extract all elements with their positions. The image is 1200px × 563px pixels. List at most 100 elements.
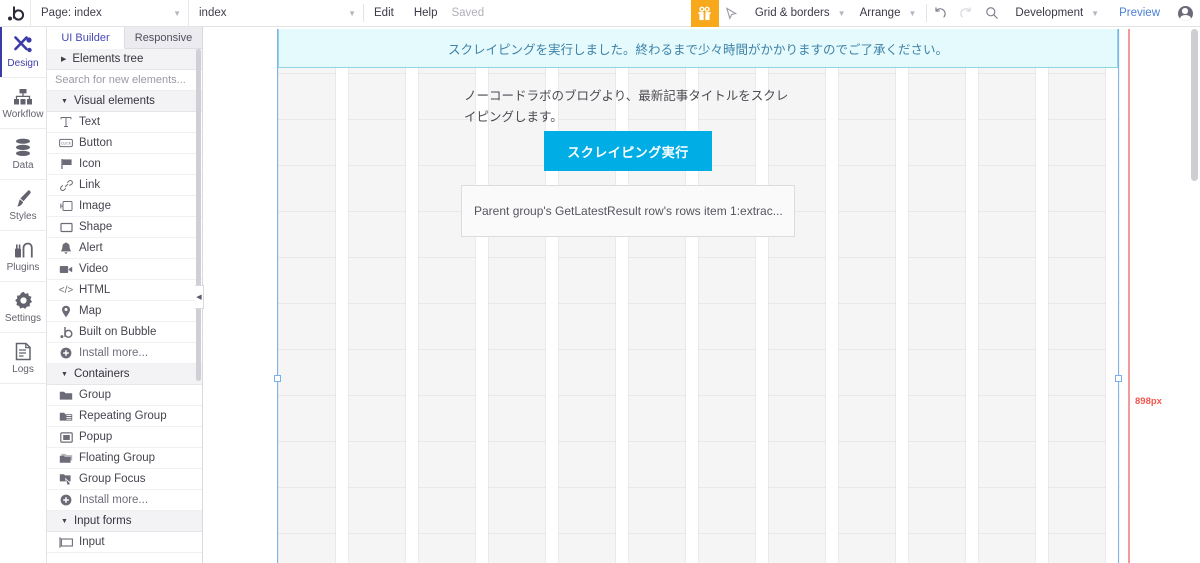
- element-label: Input: [79, 536, 105, 548]
- plugins-icon: [14, 239, 33, 259]
- element-map[interactable]: Map: [47, 301, 202, 322]
- grid-borders-menu[interactable]: Grid & borders ▼: [745, 7, 856, 19]
- element-html[interactable]: </> HTML: [47, 280, 202, 301]
- element-link[interactable]: Link: [47, 175, 202, 196]
- element-label: Icon: [79, 158, 101, 170]
- element-install-more-visual[interactable]: Install more...: [47, 343, 202, 364]
- canvas-scrollbar[interactable]: [1191, 29, 1198, 181]
- arrange-label: Arrange: [859, 7, 901, 19]
- search-icon[interactable]: [979, 0, 1005, 27]
- run-scraping-button[interactable]: スクレイピング実行: [544, 131, 712, 171]
- sidebar-item-settings[interactable]: Settings: [0, 282, 46, 333]
- element-alert[interactable]: Alert: [47, 238, 202, 259]
- arrange-menu[interactable]: Arrange ▼: [856, 7, 927, 19]
- input-icon: [56, 536, 76, 548]
- tab-label: Responsive: [134, 31, 193, 44]
- description-text[interactable]: ノーコードラボのブログより、最新記事タイトルをスクレイピングします。: [464, 86, 798, 128]
- section-containers[interactable]: ▼ Containers: [47, 364, 202, 385]
- element-button[interactable]: CLICK Button: [47, 133, 202, 154]
- sidebar-item-label: Data: [12, 160, 34, 171]
- element-shape[interactable]: Shape: [47, 217, 202, 238]
- sidebar-item-styles[interactable]: Styles: [0, 180, 46, 231]
- collapse-left-icon[interactable]: ◀: [195, 285, 204, 309]
- panel-tabs: UI Builder Responsive: [47, 27, 202, 49]
- element-input[interactable]: Input: [47, 532, 202, 553]
- page-selector[interactable]: Page: index ▼: [30, 0, 188, 27]
- element-label: HTML: [79, 284, 111, 296]
- search-placeholder: Search for new elements...: [55, 74, 186, 86]
- chevron-right-icon: ▶: [61, 56, 67, 63]
- video-icon: [56, 264, 76, 275]
- bell-icon: [56, 241, 76, 255]
- chevron-down-icon: ▼: [173, 8, 181, 18]
- redo-icon: [953, 0, 979, 27]
- page-name-label: index: [199, 7, 227, 19]
- sidebar-item-logs[interactable]: Logs: [0, 333, 46, 384]
- preview-button[interactable]: Preview: [1109, 7, 1170, 19]
- undo-icon[interactable]: [927, 0, 953, 27]
- sidebar-item-label: Styles: [9, 211, 37, 222]
- sidebar-item-label: Workflow: [2, 109, 44, 120]
- element-label: Image: [79, 200, 111, 212]
- element-label: Group Focus: [79, 473, 146, 485]
- element-built-on-bubble[interactable]: Built on Bubble: [47, 322, 202, 343]
- workflow-icon: [13, 86, 33, 106]
- sidebar-item-label: Logs: [12, 364, 34, 375]
- element-image[interactable]: Image: [47, 196, 202, 217]
- save-status: Saved: [451, 7, 485, 19]
- sidebar-item-workflow[interactable]: Workflow: [0, 78, 46, 129]
- tab-ui-builder[interactable]: UI Builder: [47, 27, 125, 49]
- left-rail: Design Workflow Data Styles Plugins Sett…: [0, 27, 47, 563]
- page-width-marker: [1128, 27, 1130, 563]
- result-text-element[interactable]: Parent group's GetLatestResult row's row…: [461, 185, 795, 237]
- logs-icon: [15, 341, 32, 361]
- code-icon: </>: [58, 284, 74, 296]
- environment-selector[interactable]: Development ▼: [1005, 7, 1109, 19]
- design-canvas[interactable]: 898px スクレイピングを実行しました。終わるまで少々時間がかかりますのでご了…: [204, 27, 1200, 563]
- element-install-more-containers[interactable]: Install more...: [47, 490, 202, 511]
- bubble-logo-icon[interactable]: [0, 0, 30, 27]
- group-focus-icon: [56, 473, 76, 485]
- page-name-selector[interactable]: index ▼: [188, 0, 363, 27]
- element-floating-group[interactable]: Floating Group: [47, 448, 202, 469]
- top-toolbar: Page: index ▼ index ▼ Edit Help Saved Gr…: [0, 0, 1200, 27]
- element-popup[interactable]: Popup: [47, 427, 202, 448]
- gift-icon[interactable]: [690, 0, 719, 27]
- resize-handle-left[interactable]: [274, 375, 281, 382]
- description-label: ノーコードラボのブログより、最新記事タイトルをスクレイピングします。: [464, 89, 789, 124]
- edit-menu[interactable]: Edit: [364, 7, 404, 19]
- svg-text:CLICK: CLICK: [61, 142, 72, 146]
- element-repeating-group[interactable]: Repeating Group: [47, 406, 202, 427]
- section-visual-elements[interactable]: ▼ Visual elements: [47, 91, 202, 112]
- help-menu[interactable]: Help: [404, 7, 448, 19]
- page-selector-label: Page: index: [41, 7, 102, 19]
- element-group[interactable]: Group: [47, 385, 202, 406]
- sidebar-item-data[interactable]: Data: [0, 129, 46, 180]
- panel-scrollbar[interactable]: [196, 49, 201, 381]
- avatar[interactable]: [1170, 0, 1200, 27]
- alert-banner[interactable]: スクレイピングを実行しました。終わるまで少々時間がかかりますのでご了承ください。: [278, 28, 1118, 68]
- plus-circle-icon: [56, 347, 76, 359]
- element-icon[interactable]: Icon: [47, 154, 202, 175]
- pointer-icon[interactable]: [719, 0, 745, 27]
- sidebar-item-plugins[interactable]: Plugins: [0, 231, 46, 282]
- element-label: Button: [79, 137, 113, 149]
- element-text[interactable]: Text: [47, 112, 202, 133]
- search-input[interactable]: Search for new elements...: [47, 70, 202, 91]
- element-label: Text: [79, 116, 101, 128]
- chevron-down-icon: ▼: [61, 370, 68, 378]
- resize-handle-right[interactable]: [1115, 375, 1122, 382]
- section-input-forms[interactable]: ▼ Input forms: [47, 511, 202, 532]
- element-video[interactable]: Video: [47, 259, 202, 280]
- folder-icon: [56, 390, 76, 401]
- page-left-boundary: [277, 27, 278, 563]
- element-label: Video: [79, 263, 109, 275]
- tab-responsive[interactable]: Responsive: [125, 27, 202, 48]
- sidebar-item-label: Plugins: [6, 262, 40, 273]
- chevron-down-icon: ▼: [61, 97, 68, 105]
- sidebar-item-design[interactable]: Design: [0, 27, 46, 78]
- section-label: Visual elements: [73, 95, 155, 107]
- element-group-focus[interactable]: Group Focus: [47, 469, 202, 490]
- environment-label: Development: [1015, 7, 1084, 19]
- elements-tree-toggle[interactable]: ▶ Elements tree: [47, 49, 202, 70]
